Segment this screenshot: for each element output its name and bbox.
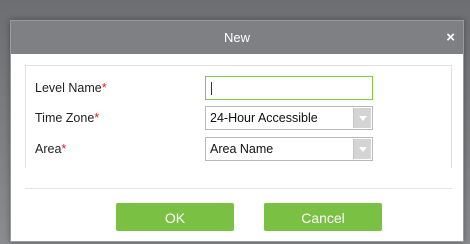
new-dialog: New × Level Name* Time Zone* 24-Hour Acc… (10, 20, 464, 242)
level-name-label: Level Name* (35, 81, 107, 95)
area-label: Area* (35, 142, 67, 156)
level-name-input[interactable] (205, 76, 373, 100)
form-panel: Level Name* Time Zone* 24-Hour Accessibl… (25, 65, 452, 168)
text-caret (211, 82, 212, 95)
area-select[interactable]: Area Name (205, 137, 373, 161)
required-mark: * (101, 81, 107, 95)
area-row: Area* Area Name (26, 136, 451, 162)
level-name-row: Level Name* (26, 75, 451, 101)
required-mark: * (94, 111, 100, 125)
area-selected: Area Name (210, 142, 274, 156)
dialog-title: New (223, 30, 250, 45)
close-icon[interactable]: × (446, 21, 455, 54)
time-zone-label: Time Zone* (35, 111, 100, 125)
footer-divider (25, 188, 452, 189)
dialog-titlebar: New × (11, 21, 463, 54)
required-mark: * (61, 142, 67, 156)
cancel-button[interactable]: Cancel (264, 203, 382, 231)
chevron-down-icon[interactable] (353, 108, 371, 128)
chevron-down-icon[interactable] (353, 139, 371, 159)
time-zone-row: Time Zone* 24-Hour Accessible (26, 105, 451, 131)
ok-button[interactable]: OK (116, 203, 234, 231)
time-zone-select[interactable]: 24-Hour Accessible (205, 106, 373, 130)
time-zone-selected: 24-Hour Accessible (210, 111, 318, 125)
